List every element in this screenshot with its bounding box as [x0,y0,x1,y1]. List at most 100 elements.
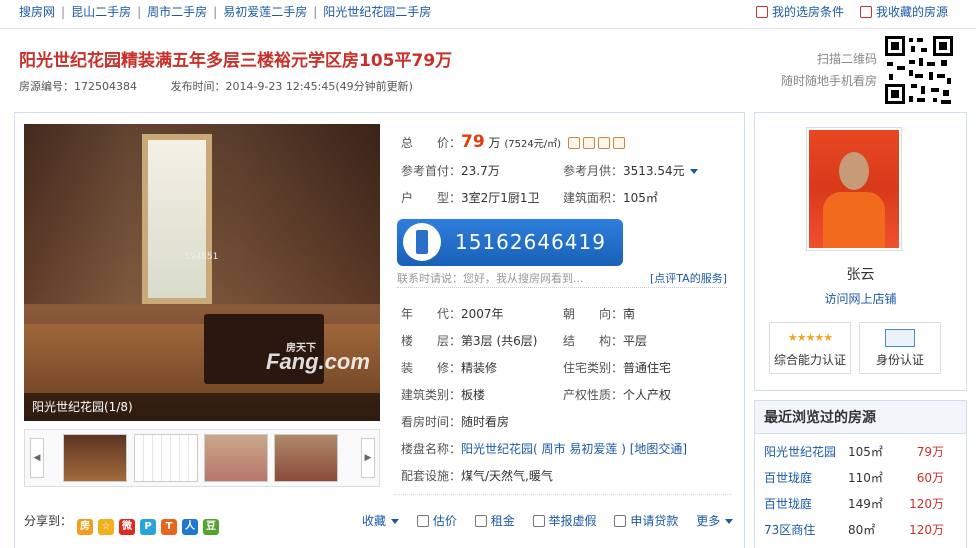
struct-value: 平层 [623,334,648,348]
facilities-label: 配套设施： [401,469,462,483]
floor-value: 第3层 (共6层) [461,334,538,348]
agent-name: 张云 [846,267,875,283]
unit-price: (7524元/㎡) [504,139,561,150]
loan-button[interactable]: 申请贷款 [614,512,678,529]
recent-size: 149㎡ [848,497,883,511]
recent-name[interactable]: 百世珑庭 [764,470,812,486]
recent-title: 最近浏览过的房源 [754,400,967,434]
listing-id: 房源编号：172504384 [19,80,137,93]
my-conditions-link[interactable]: 我的选房条件 [756,4,844,20]
share-qzone-icon[interactable]: ☆ [98,519,115,535]
district-link[interactable]: 周市 [542,442,566,456]
recent-row[interactable]: 73区商住 80㎡ 120万 [764,522,944,538]
review-link[interactable]: [点评TA的服务] [650,270,727,286]
breadcrumb-separator: | [137,5,142,19]
right-row: 产权性质：个人产权 [563,386,671,403]
calculator-icon[interactable] [582,137,595,149]
thumbnail-3[interactable] [204,434,268,482]
my-favorites-link[interactable]: 我收藏的房源 [860,4,948,20]
share-weibo-icon[interactable]: 微 [119,519,136,535]
share-renren-icon[interactable]: 人 [182,519,199,535]
phone-button[interactable]: 15162646419 [397,219,623,266]
share-douban-icon[interactable]: 豆 [203,519,220,535]
qr-code-icon [883,34,955,106]
share-tencent-icon[interactable]: P [140,519,157,535]
breadcrumb-separator: | [61,5,66,19]
estate-paren-open: ( [533,442,538,456]
collect-button[interactable]: 收藏 [362,512,400,529]
layout-label: 户 型： [401,191,462,205]
my-favorites-label[interactable]: 我收藏的房源 [876,5,948,19]
more-button[interactable]: 更多 [696,512,734,529]
price-value: 79 [461,132,485,152]
view-value: 随时看房 [461,415,510,429]
share-fang-icon[interactable]: 房 [77,519,94,535]
rent-icon [474,515,487,527]
layout-row: 户 型：3室2厅1厨1卫 [401,189,540,206]
recent-size: 110㎡ [848,471,883,485]
edit-icon [756,6,768,18]
share-bar: 分享到： 房 ☆ 微 P T 人豆 [24,512,220,535]
recent-size: 80㎡ [848,523,876,537]
recent-row[interactable]: 百世珑庭 149㎡ 120万 [764,496,944,512]
breadcrumb-link-estate[interactable]: 阳光世纪花园二手房 [323,5,431,19]
breadcrumb-link-home[interactable]: 搜房网 [19,5,55,19]
area-row: 建筑面积：105㎡ [563,189,658,206]
share-tqq-icon[interactable]: T [161,519,178,535]
rent-button[interactable]: 租金 [474,512,515,529]
type-label: 住宅类别： [563,361,624,375]
recent-name[interactable]: 73区商住 [764,522,815,538]
breadcrumb-link-kunshan[interactable]: 昆山二手房 [71,5,131,19]
agent-shop-link[interactable]: 访问网上店铺 [754,290,967,307]
breadcrumb-separator: | [213,5,218,19]
thumbnail-4[interactable] [274,434,338,482]
ability-cert-badge[interactable]: ★★★★★ 综合能力认证 [769,322,851,374]
info-divider [394,494,732,495]
map-link[interactable]: [地图交通] [630,442,687,456]
qr-caption-line2: 随时随地手机看房 [780,74,877,88]
thumb-prev-button[interactable]: ◀ [30,438,44,478]
id-cert-badge[interactable]: 身份认证 [859,322,941,374]
monthly-row[interactable]: 参考月供：3513.54元 [563,162,698,179]
recent-price: 60万 [916,471,944,485]
report-icon [532,515,545,527]
thumbnail-2[interactable] [134,434,198,482]
recent-row[interactable]: 百世珑庭 110㎡ 60万 [764,470,944,486]
main-photo[interactable]: 594851 房天下 Fang.com [24,124,380,421]
recent-price: 120万 [909,497,944,511]
area-label: 建筑面积： [563,191,624,205]
floor-label: 楼 层： [401,334,462,348]
breadcrumb-separator: | [313,5,318,19]
loan-icon[interactable] [612,137,625,149]
down-label: 参考首付： [401,164,462,178]
recent-name[interactable]: 百世珑庭 [764,496,812,512]
thumbnail-1[interactable] [63,434,127,482]
id-cert-label: 身份认证 [875,353,924,367]
recent-name[interactable]: 阳光世纪花园 [764,444,836,460]
help-icon[interactable] [567,137,580,149]
estimate-icon [416,515,429,527]
chevron-down-icon[interactable] [689,169,698,174]
fang-watermark: 房天下 Fang.com [266,343,370,374]
header-divider [0,28,976,29]
my-conditions-label[interactable]: 我的选房条件 [772,5,844,19]
recent-row[interactable]: 阳光世纪花园 105㎡ 79万 [764,444,944,460]
qr-caption: 扫描二维码 随时随地手机看房 [781,48,877,92]
estate-link[interactable]: 阳光世纪花园 [461,442,533,456]
estimate-button[interactable]: 估价 [416,512,457,529]
area-link[interactable]: 易初爱莲 [569,442,617,456]
view-row: 看房时间：随时看房 [401,413,509,430]
breadcrumb-link-zhoushi[interactable]: 周市二手房 [147,5,207,19]
thumb-next-button[interactable]: ▶ [361,438,375,478]
report-button[interactable]: 举报虚假 [532,512,597,529]
down-payment-row: 参考首付：23.7万 [401,162,500,179]
breadcrumb-link-yichu[interactable]: 易初爱莲二手房 [223,5,307,19]
tax-icon[interactable] [597,137,610,149]
price-row: 总 价：79 万 (7524元/㎡) [401,132,625,152]
orient-row: 朝 向：南 [563,305,635,322]
agent-avatar[interactable] [806,127,902,251]
phone-number: 15162646419 [455,230,606,254]
qr-caption-line1: 扫描二维码 [816,52,877,66]
ability-cert-label: 综合能力认证 [773,353,846,367]
year-row: 年 代：2007年 [401,305,504,322]
